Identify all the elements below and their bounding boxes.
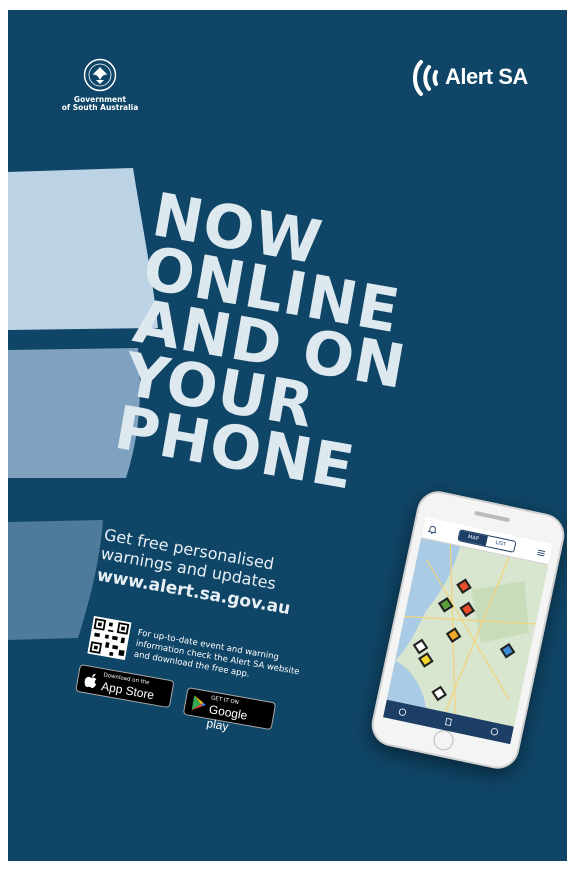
government-line2: of South Australia: [61, 103, 139, 112]
clipboard-icon[interactable]: [444, 717, 453, 727]
google-play-icon: [191, 695, 206, 711]
info-icon[interactable]: [490, 727, 499, 736]
alert-sa-logo: Alert SA: [407, 58, 537, 98]
map-view[interactable]: [386, 538, 549, 727]
menu-icon[interactable]: [536, 548, 547, 559]
bell-icon[interactable]: [427, 525, 438, 536]
compass-icon[interactable]: [398, 707, 407, 716]
tab-map[interactable]: MAP: [458, 530, 488, 546]
crest-icon: [83, 58, 117, 92]
signal-arcs-icon: [413, 60, 438, 96]
apple-icon: [84, 673, 97, 688]
government-logo: Government of South Australia: [56, 58, 144, 112]
qr-code[interactable]: [87, 616, 132, 661]
poster: Government of South Australia Alert SA N…: [8, 10, 567, 861]
headline: NOW ONLINE AND ON YOUR PHONE: [110, 180, 512, 516]
phone-speaker: [474, 510, 511, 523]
government-name: Government of South Australia: [56, 96, 144, 112]
alert-sa-wordmark: Alert SA: [445, 64, 528, 89]
google-play-big-text: Google play: [205, 702, 249, 734]
wave-band-top: [8, 168, 158, 330]
phone-screen: MAP LIST: [383, 516, 553, 745]
phone-mockup: MAP LIST: [367, 487, 567, 773]
wave-band-bottom: [8, 520, 103, 640]
tab-list[interactable]: LIST: [485, 536, 516, 552]
